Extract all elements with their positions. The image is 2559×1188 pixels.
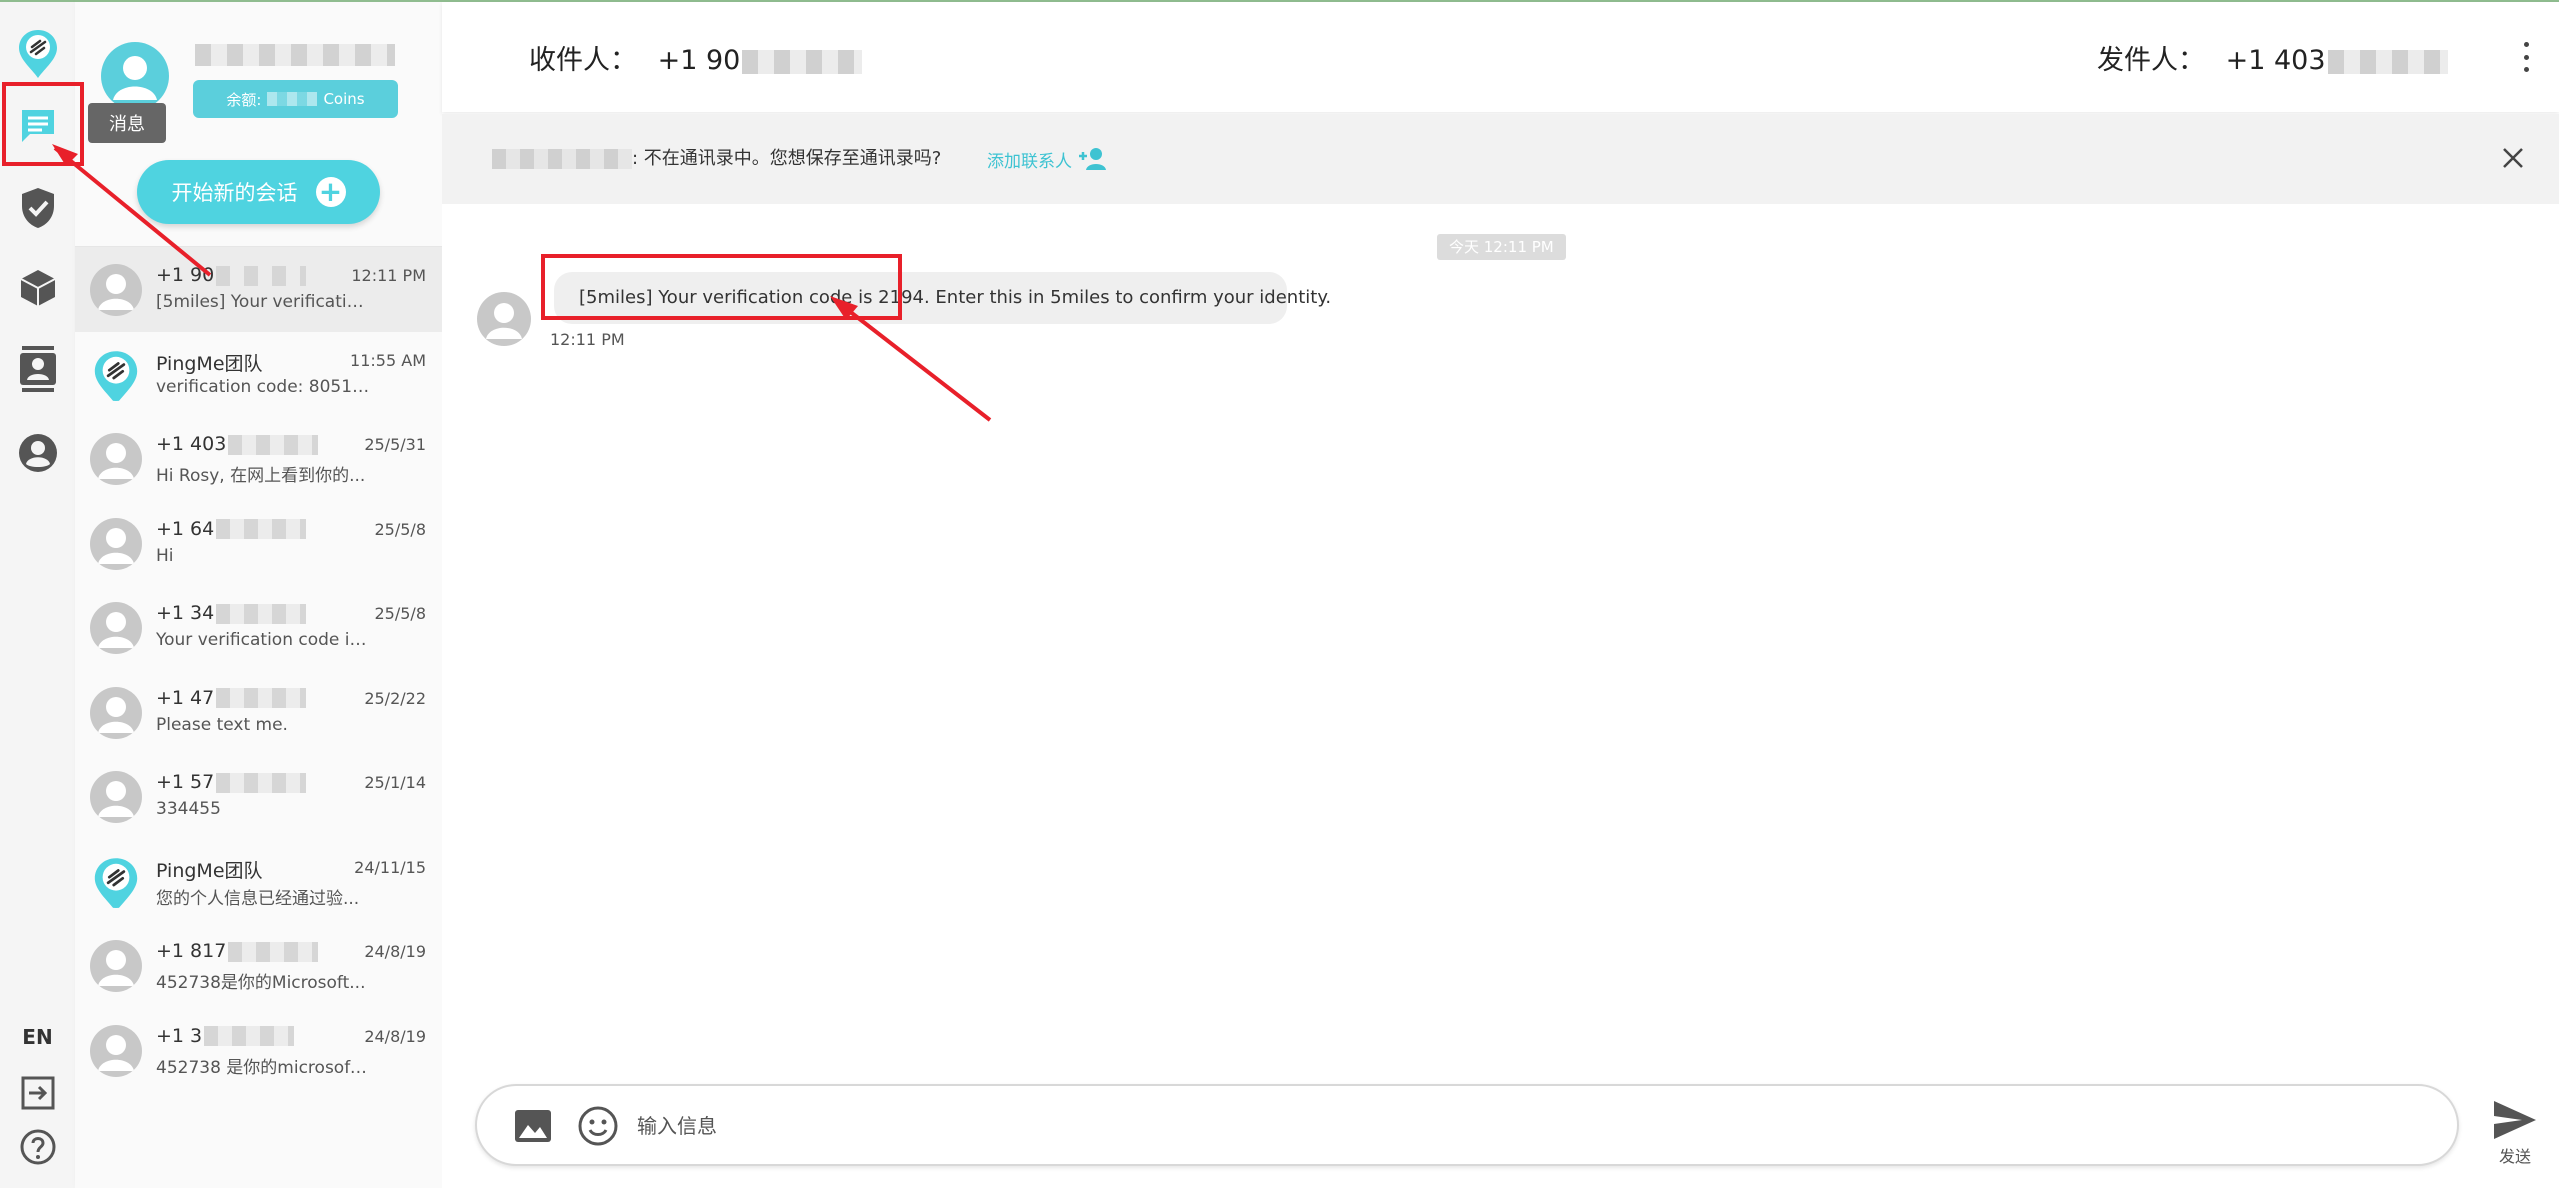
conversation-preview: Your verification code is:... <box>156 630 371 650</box>
conversation-preview: 您的个人信息已经通过验... <box>156 888 360 909</box>
messages-tooltip: 消息 <box>88 103 166 143</box>
conversation-preview: Please text me. <box>156 714 288 735</box>
recipient: 收件人： +1 90 <box>529 38 863 77</box>
conversation-item[interactable]: PingMe团队 11:55 AM verification code: 8051 … <box>75 332 442 417</box>
conversation-name: +1 90 <box>156 264 307 286</box>
conversation-name: PingMe团队 <box>156 352 263 375</box>
conversation-item[interactable]: +1 3 24/8/19 452738 是你的microsoft... <box>75 1008 442 1093</box>
annotation-box-message <box>541 254 902 320</box>
sender: 发件人： +1 403 <box>2097 38 2448 77</box>
new-conversation-button[interactable]: 开始新的会话 + <box>137 160 380 224</box>
conversation-time: 24/8/19 <box>364 1026 426 1046</box>
add-contact-link[interactable]: 添加联系人 <box>987 146 1108 172</box>
conversation-time: 25/5/8 <box>374 604 427 623</box>
more-options-icon[interactable] <box>2521 42 2531 72</box>
conversation-item[interactable]: +1 47 25/2/22 Please text me. <box>75 670 442 755</box>
language-toggle[interactable]: EN <box>0 1025 75 1049</box>
conversation-time: 11:55 AM <box>350 350 426 370</box>
conversation-time: 25/2/22 <box>364 688 426 708</box>
conversation-item[interactable]: +1 34 25/5/8 Your verification code is:... <box>75 585 442 670</box>
balance-prefix: 余额: <box>226 90 262 109</box>
pingme-logo-icon <box>17 28 59 80</box>
conversation-item[interactable]: +1 403 25/5/31 Hi Rosy, 在网上看到你的... <box>75 416 442 501</box>
conversation-preview: 452738是你的Microsoft... <box>156 973 366 993</box>
add-person-icon <box>1079 148 1106 170</box>
image-icon[interactable] <box>513 1106 553 1146</box>
contact-avatar <box>90 433 142 485</box>
conversation-item[interactable]: +1 64 25/5/8 Hi <box>75 501 442 586</box>
balance-badge: 余额: Coins <box>193 80 398 118</box>
icon-rail: EN <box>0 0 75 1188</box>
plus-icon: + <box>315 177 346 207</box>
unknown-contact-banner: : 不在通讯录中。您想保存至通讯录吗? 添加联系人 <box>442 114 2559 204</box>
sender-label: 发件人： <box>2097 45 2205 76</box>
user-avatar[interactable] <box>101 42 169 110</box>
sender-avatar <box>477 292 531 346</box>
shield-check-icon[interactable] <box>19 186 57 230</box>
cube-icon[interactable] <box>19 268 57 308</box>
conversation-preview: verification code: 8051 T... <box>156 376 371 397</box>
contact-avatar <box>90 264 142 316</box>
conversation-item[interactable]: +1 90 12:11 PM [5miles] Your verification.… <box>75 247 442 332</box>
balance-value <box>267 92 318 106</box>
conversation-name: +1 57 <box>156 771 307 793</box>
conversation-name: +1 34 <box>156 602 307 624</box>
contact-avatar <box>90 940 142 992</box>
contact-avatar <box>90 602 142 654</box>
contact-avatar <box>90 1024 142 1077</box>
conversation-preview: 334455 <box>156 799 221 819</box>
banner-text: : 不在通讯录中。您想保存至通讯录吗? <box>492 144 941 170</box>
recipient-label: 收件人： <box>529 45 637 76</box>
recipient-number: +1 90 <box>657 45 741 76</box>
conversation-name: +1 403 <box>156 433 319 455</box>
message-input[interactable] <box>637 1108 2417 1144</box>
conversation-time: 25/5/8 <box>374 519 427 539</box>
conversation-name: +1 47 <box>156 687 307 709</box>
conversation-time: 24/11/15 <box>354 857 426 877</box>
conversation-preview: Hi Rosy, 在网上看到你的... <box>156 466 366 486</box>
conversation-list: +1 90 12:11 PM [5miles] Your verification.… <box>75 247 442 1092</box>
contact-avatar <box>90 771 142 823</box>
conversation-preview: Hi <box>156 545 174 566</box>
conversation-name: +1 64 <box>156 518 307 540</box>
conversation-time: 12:11 PM <box>351 266 426 285</box>
message-composer <box>475 1084 2459 1166</box>
conversation-item[interactable]: +1 817 24/8/19 452738是你的Microsoft... <box>75 923 442 1008</box>
contact-avatar <box>90 517 142 570</box>
send-label: 发送 <box>2498 1147 2531 1166</box>
logout-icon[interactable] <box>19 1074 57 1112</box>
sender-number: +1 403 <box>2225 45 2326 76</box>
conversation-time: 25/1/14 <box>364 773 426 792</box>
pingme-avatar-icon <box>90 349 142 401</box>
conversation-item[interactable]: PingMe团队 24/11/15 您的个人信息已经通过验... <box>75 839 442 924</box>
close-icon[interactable] <box>2499 144 2527 172</box>
conversation-name: +1 817 <box>156 940 319 962</box>
chat-area: 收件人： +1 90 发件人： +1 403 : 不在通讯录中。您想保存至通讯录… <box>442 0 2559 1188</box>
conversation-item[interactable]: +1 57 25/1/14 334455 <box>75 754 442 839</box>
annotation-box-messages <box>2 82 84 166</box>
new-conversation-label: 开始新的会话 <box>171 181 298 205</box>
send-icon <box>2494 1101 2536 1139</box>
conversation-time: 25/5/31 <box>364 435 426 454</box>
send-button[interactable]: 发送 <box>2480 1099 2550 1169</box>
balance-suffix: Coins <box>323 90 365 108</box>
date-separator: 今天 12:11 PM <box>1437 234 1566 260</box>
conversation-name: +1 3 <box>156 1025 295 1047</box>
conversation-panel: 余额: Coins 开始新的会话 + +1 90 12:11 PM [5miles]… <box>75 0 442 1188</box>
help-icon[interactable] <box>19 1128 57 1166</box>
emoji-icon[interactable] <box>577 1105 619 1147</box>
user-name <box>195 44 395 66</box>
contact-avatar <box>90 686 142 739</box>
conversation-preview: 452738 是你的microsoft... <box>156 1057 371 1078</box>
pingme-avatar-icon <box>90 856 142 908</box>
account-icon[interactable] <box>18 433 58 473</box>
chat-header: 收件人： +1 90 发件人： +1 403 <box>442 2 2559 112</box>
conversation-time: 24/8/19 <box>364 942 426 961</box>
conversation-preview: [5miles] Your verification... <box>156 292 371 312</box>
contacts-icon[interactable] <box>18 346 58 392</box>
conversation-name: PingMe团队 <box>156 859 263 882</box>
message-time: 12:11 PM <box>550 330 625 349</box>
